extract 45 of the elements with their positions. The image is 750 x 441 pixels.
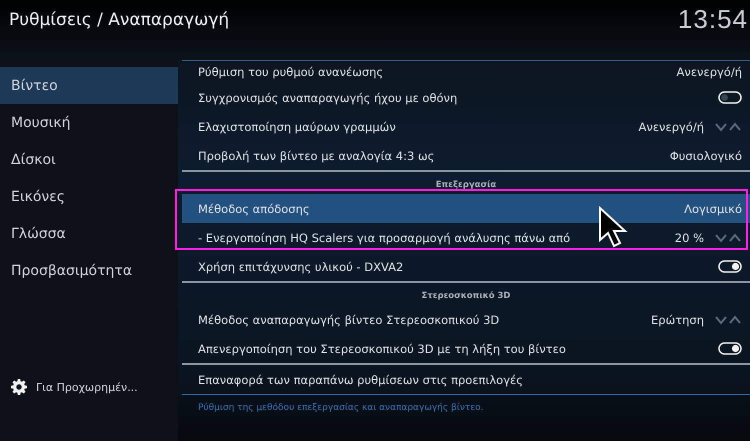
toggle-switch[interactable] [718, 91, 742, 104]
setting-value: 20 % [674, 230, 704, 244]
setting-row[interactable]: - Ενεργοποίηση HQ Scalers για προσαρμογή ανάλυσης πάνω από 20 % [182, 223, 750, 252]
settings-icon [11, 379, 27, 395]
setting-value: Ερώτηση [651, 312, 704, 326]
toggle-switch[interactable] [718, 260, 742, 273]
setting-value: Ανενεργό/ή [676, 65, 742, 79]
setting-label: Προβολή των βίντεο με αναλογία 4:3 ως [198, 148, 436, 162]
setting-value: Ανενεργό/ή [638, 120, 704, 134]
setting-row[interactable]: Προβολή των βίντεο με αναλογία 4:3 ως Φυσιολογικό [182, 141, 750, 170]
setting-label: Χρήση επιτάχυνσης υλικού - DXVA2 [198, 260, 404, 274]
setting-value: Λογισμικό [684, 202, 742, 216]
setting-value: Φυσιολογικό [670, 148, 742, 162]
page-title: Ρυθμίσεις / Αναπαραγωγή [9, 10, 230, 30]
setting-row[interactable]: Μέθοδος αναπαραγωγής βίντεο Στερεοσκοπικού 3D Ερώτηση [182, 305, 750, 334]
sidebar-item[interactable]: Βίντεο [0, 67, 178, 104]
clock: 13:54 [678, 4, 748, 35]
setting-row[interactable]: Ελαχιστοποίηση μαύρων γραμμών Ανενεργό/ή [182, 112, 750, 141]
sidebar-item[interactable]: Εικόνες [0, 178, 178, 215]
setting-row[interactable]: Συγχρονισμός αναπαραγωγής ήχου με οθόνη [182, 83, 750, 112]
sidebar-item[interactable]: Δίσκοι [0, 141, 178, 178]
setting-label: Ελαχιστοποίηση μαύρων γραμμών [198, 120, 397, 134]
setting-label: Απενεργοποίηση του Στερεοσκοπικού 3D με τη λήξη του βίντεο [198, 342, 567, 356]
setting-label: Μέθοδος απόδοσης [198, 202, 311, 216]
toggle-switch[interactable] [718, 342, 742, 355]
settings-level-button[interactable]: Για Προχωρημέν... [0, 379, 178, 441]
help-text: Ρύθμιση της μεθόδου επεξεργασίας και αναπαραγωγής βίντεο. [182, 394, 750, 421]
spinner-arrows-icon[interactable] [714, 122, 742, 132]
setting-row[interactable]: Ρύθμιση του ρυθμού ανανέωσης Ανενεργό/ή [182, 60, 750, 83]
section-heading: Επεξεργασία [436, 180, 496, 190]
sidebar-item[interactable]: Μουσική [0, 104, 178, 141]
setting-row[interactable]: Χρήση επιτάχυνσης υλικού - DXVA2 [182, 252, 750, 281]
setting-label: - Ενεργοποίηση HQ Scalers για προσαρμογή ανάλυσης πάνω από [198, 230, 572, 244]
spinner-arrows-icon[interactable] [714, 232, 742, 242]
sidebar-item[interactable]: Γλώσσα [0, 215, 178, 252]
section-heading: Στερεοσκοπικό 3D [422, 290, 510, 300]
sidebar-item[interactable]: Προσβασιμότητα [0, 252, 178, 289]
spinner-arrows-icon[interactable] [714, 314, 742, 324]
setting-label: Επαναφορά των παραπάνω ρυθμίσεων στις προεπιλογές [198, 372, 524, 386]
setting-label: Μέθοδος αναπαραγωγής βίντεο Στερεοσκοπικού 3D [198, 312, 500, 326]
setting-label: Ρύθμιση του ρυθμού ανανέωσης [198, 65, 384, 79]
setting-row[interactable]: Απενεργοποίηση του Στερεοσκοπικού 3D με τη λήξη του βίντεο [182, 334, 750, 363]
setting-row[interactable]: Μέθοδος απόδοσης Λογισμικό [182, 194, 750, 223]
setting-row[interactable]: Επαναφορά των παραπάνω ρυθμίσεων στις προεπιλογές [182, 363, 750, 394]
setting-label: Συγχρονισμός αναπαραγωγής ήχου με οθόνη [198, 90, 458, 104]
